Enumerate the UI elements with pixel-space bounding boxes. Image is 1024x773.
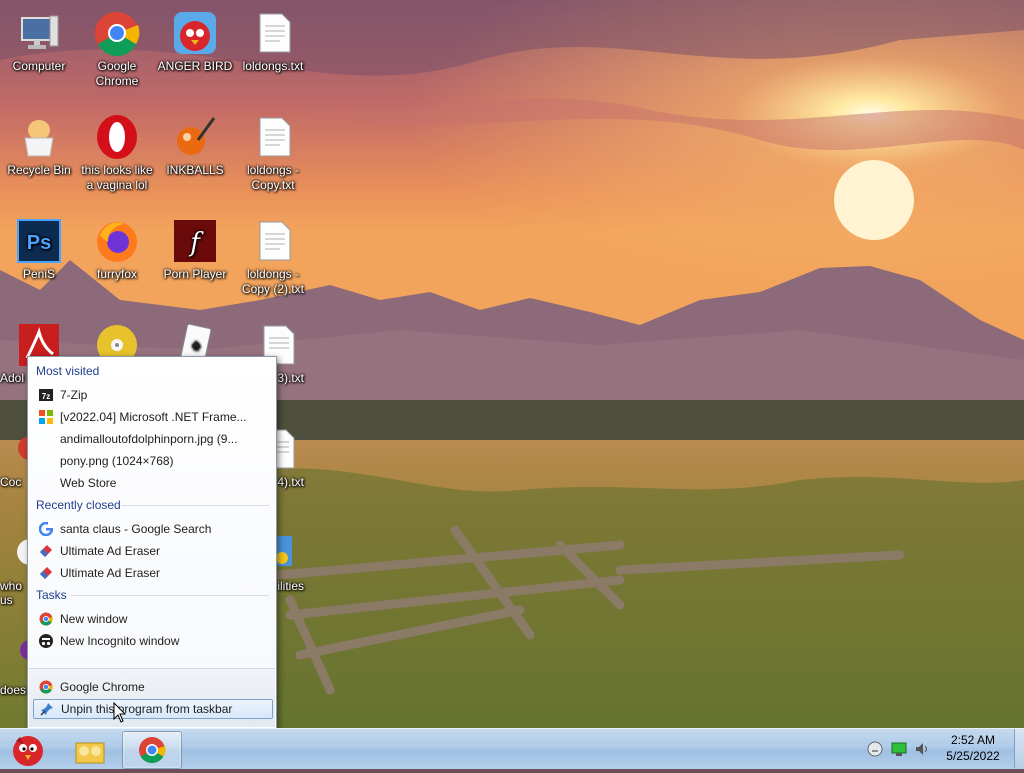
taskbar-explorer-button[interactable]: [68, 731, 112, 767]
desktop-icon-coc[interactable]: Coc: [0, 422, 42, 490]
desktop-icon-furryfox[interactable]: furryfox: [78, 214, 156, 282]
svg-text:♠: ♠: [192, 337, 201, 354]
desktop-icon-opera[interactable]: this looks like a vagina lol: [78, 110, 156, 193]
recently-closed-header: Recently closed: [36, 498, 121, 512]
blank-icon: [39, 432, 53, 446]
unpin-from-taskbar[interactable]: Unpin this program from taskbar: [33, 699, 273, 719]
recycle-bin-icon: [16, 114, 62, 160]
firefox-icon: [94, 218, 140, 264]
desktop-icon-recycle-bin[interactable]: Recycle Bin: [0, 110, 78, 178]
taskbar-chrome-button[interactable]: [122, 731, 182, 769]
jumplist-item-7zip[interactable]: 7z 7-Zip: [33, 385, 271, 405]
unpin-icon: [40, 702, 54, 716]
jumplist-footer: Google Chrome Unpin this program from ta…: [29, 668, 275, 727]
ad-eraser-icon: [39, 566, 53, 580]
opera-icon: [94, 114, 140, 160]
incognito-icon: [39, 634, 53, 648]
chrome-jump-list: Most visited 7z 7-Zip [v2022.04] Microso…: [27, 356, 277, 729]
photoshop-icon: Ps: [16, 218, 62, 264]
chrome-icon: [39, 680, 53, 694]
desktop-icon-google-chrome[interactable]: Google Chrome: [78, 6, 156, 89]
computer-icon: [16, 10, 62, 56]
desktop-icon-inkballs[interactable]: INKBALLS: [156, 110, 234, 178]
show-desktop-button[interactable]: [1014, 729, 1024, 768]
text-file-icon: [250, 114, 296, 160]
network-icon[interactable]: [891, 741, 907, 762]
jumplist-item-jpg[interactable]: andimalloutofdolphinporn.jpg (9...: [33, 429, 271, 449]
clock-date: 5/25/2022: [946, 749, 1000, 763]
tasks-header: Tasks: [36, 588, 67, 602]
text-file-icon: [250, 218, 296, 264]
jumplist-item-google-chrome[interactable]: Google Chrome: [33, 677, 271, 697]
most-visited-header: Most visited: [36, 364, 100, 378]
text-file-icon: [250, 10, 296, 56]
jumplist-item-santa-claus[interactable]: santa claus - Google Search: [33, 519, 271, 539]
taskbar: [0, 728, 1024, 769]
tray-emoji-icon[interactable]: [867, 741, 883, 762]
ad-eraser-icon: [39, 544, 53, 558]
desktop-icon-photoshop[interactable]: Ps PeniS: [0, 214, 78, 282]
clock-time: 2:52 AM: [950, 733, 996, 747]
desktop-icon-computer[interactable]: Computer: [0, 6, 78, 74]
jumplist-item-ad-eraser-1[interactable]: Ultimate Ad Eraser: [33, 541, 271, 561]
desktop-icon-loldongs-copy-txt[interactable]: loldongs - Copy.txt: [234, 110, 312, 193]
jumplist-item-new-incognito[interactable]: New Incognito window: [33, 631, 271, 651]
svg-text:7z: 7z: [42, 392, 50, 401]
jumplist-item-dotnet[interactable]: [v2022.04] Microsoft .NET Frame...: [33, 407, 271, 427]
desktop-icon-porn-player[interactable]: f Porn Player: [156, 214, 234, 282]
jumplist-item-new-window[interactable]: New window: [33, 609, 271, 629]
divider: [71, 595, 269, 596]
desktop-icon-does[interactable]: does: [0, 630, 40, 698]
blank-icon: [39, 476, 53, 490]
chrome-icon: [94, 10, 140, 57]
chrome-icon: [39, 612, 53, 626]
taskbar-clock[interactable]: 2:52 AM 5/25/2022: [928, 732, 1018, 764]
7zip-icon: 7z: [39, 388, 53, 402]
svg-text:Ps: Ps: [27, 232, 51, 254]
desktop-icon-loldongs-copy-2-txt[interactable]: loldongs - Copy (2).txt: [234, 214, 312, 297]
inkballs-icon: [172, 114, 218, 160]
jumplist-item-pony[interactable]: pony.png (1024×768): [33, 451, 271, 471]
divider: [121, 505, 269, 506]
mouse-cursor: [113, 701, 127, 729]
flash-icon: f: [172, 218, 218, 264]
desktop-icon-anger-bird[interactable]: ANGER BIRD: [156, 6, 234, 74]
jumplist-item-ad-eraser-2[interactable]: Ultimate Ad Eraser: [33, 563, 271, 583]
start-button[interactable]: [4, 731, 50, 767]
windows-icon: [39, 410, 53, 424]
google-icon: [38, 521, 54, 537]
angry-bird-icon: [172, 10, 218, 56]
blank-icon: [39, 454, 53, 468]
jumplist-item-web-store[interactable]: Web Store: [33, 473, 271, 493]
desktop-icon-who-us[interactable]: who us: [0, 526, 43, 607]
desktop-icon-loldongs-txt[interactable]: loldongs.txt: [234, 6, 312, 74]
